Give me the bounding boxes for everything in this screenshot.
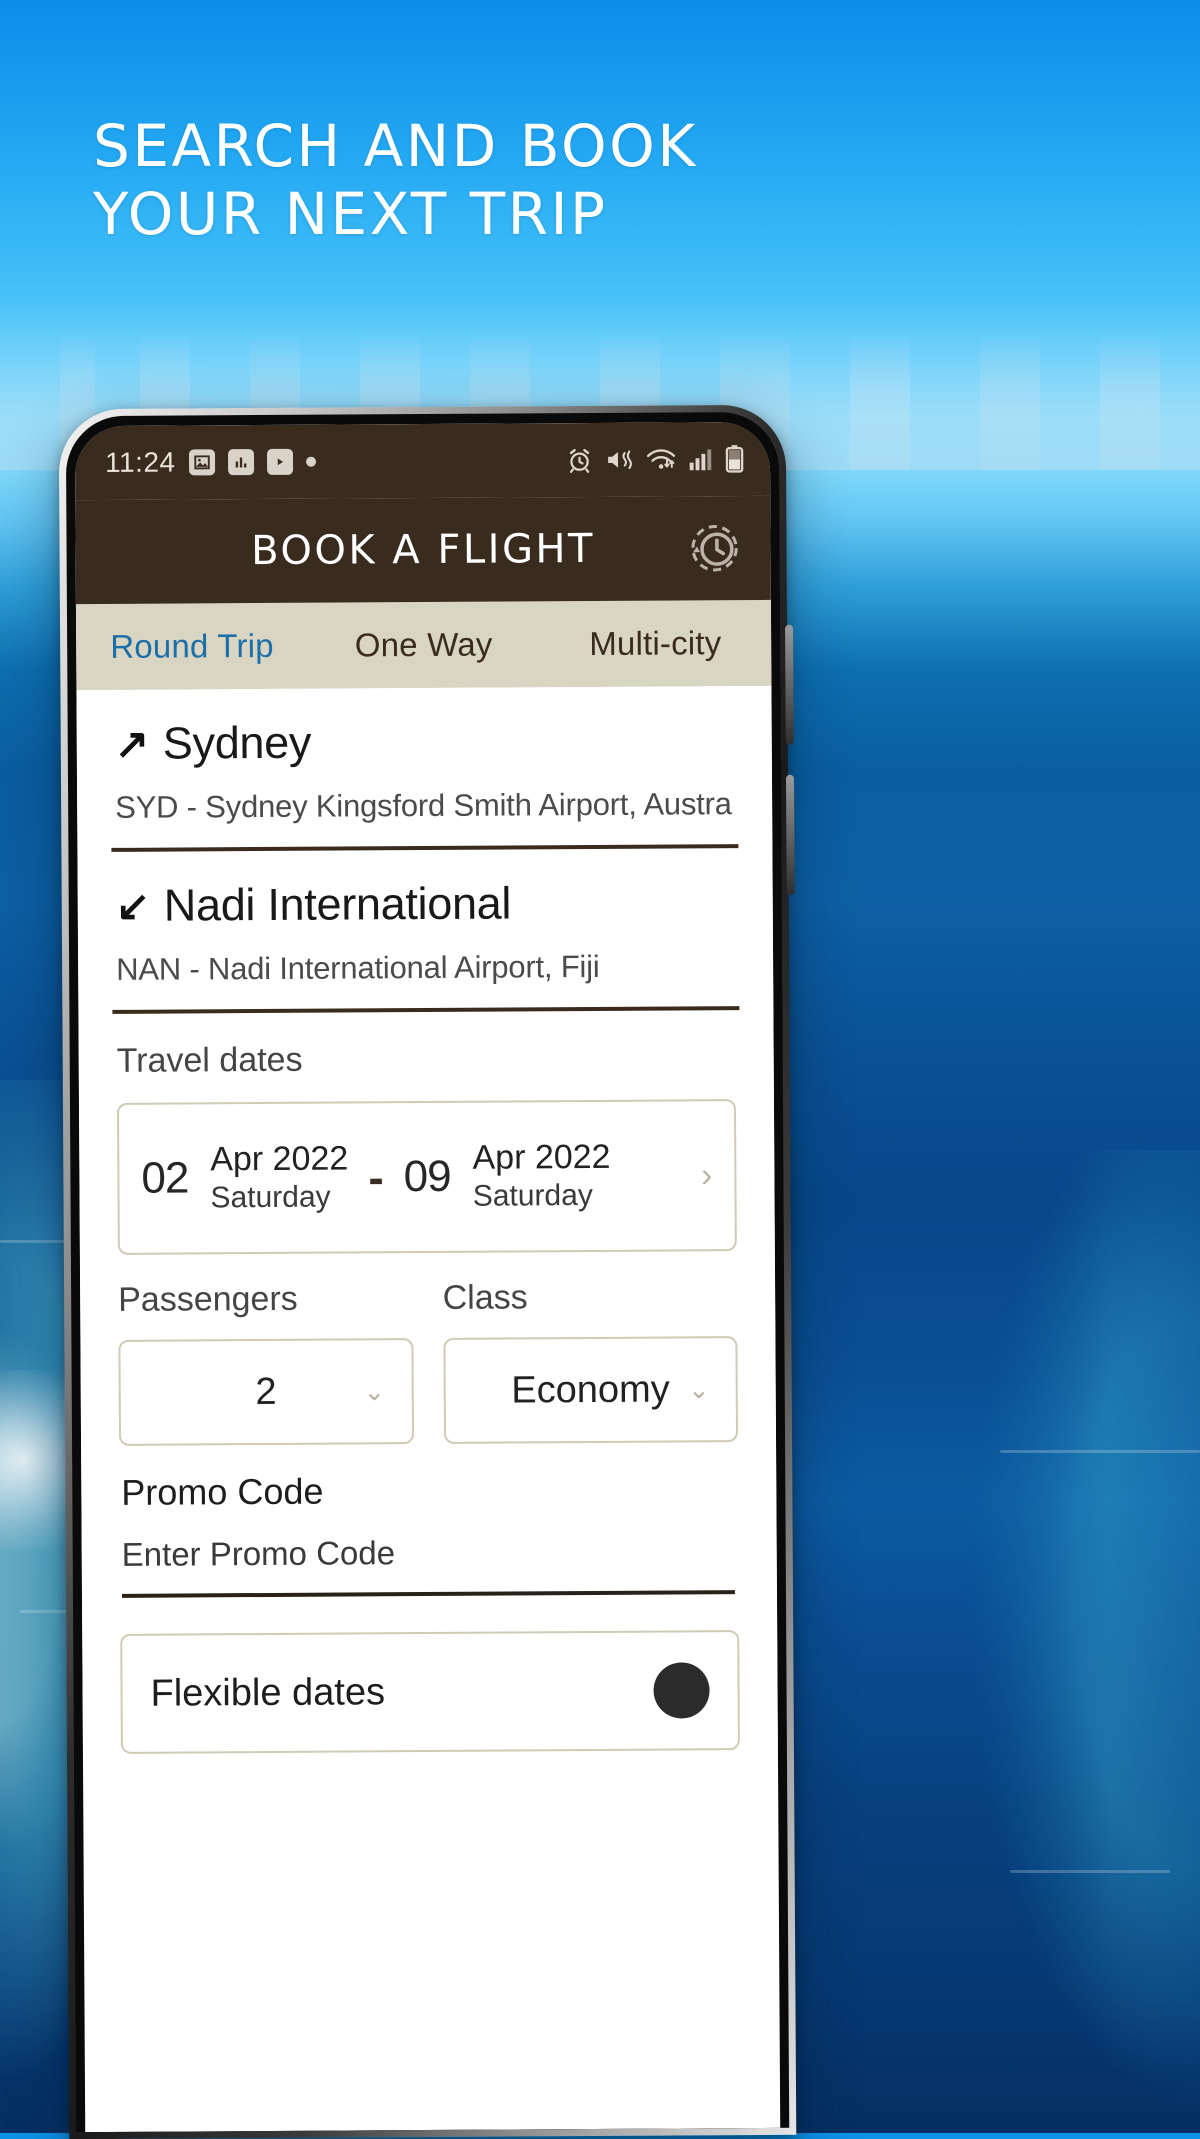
vibrate-mute-icon xyxy=(605,447,634,473)
return-day: 09 xyxy=(403,1151,451,1202)
depart-weekday: Saturday xyxy=(210,1180,331,1215)
promo-code-underline xyxy=(121,1590,735,1598)
phone-volume-up-button[interactable] xyxy=(785,624,794,745)
travel-dates-picker[interactable]: 02 Apr 2022 Saturday - 09 Apr 2022 Satur… xyxy=(116,1099,737,1255)
promo-headline: SEARCH AND BOOK YOUR NEXT TRIP xyxy=(93,112,698,248)
origin-title: ↗ Sydney xyxy=(115,714,734,770)
depart-date-stack: Apr 2022 Saturday xyxy=(210,1138,348,1217)
battery-icon xyxy=(725,445,744,473)
flexible-dates-label: Flexible dates xyxy=(150,1670,386,1715)
trip-type-tabs: Round Trip One Way Multi-city xyxy=(75,599,772,691)
promo-code-label: Promo Code xyxy=(121,1470,324,1513)
phone-bezel: 11:24 BOOK A FLIGHT Round Trip One Way M… xyxy=(65,411,790,2133)
image-icon xyxy=(188,449,215,476)
origin-airport-detail: SYD - Sydney Kingsford Smith Airport, Au… xyxy=(115,786,735,825)
status-bar: 11:24 xyxy=(74,421,771,501)
chart-icon xyxy=(227,449,254,476)
class-group: Class Economy ⌄ xyxy=(443,1277,739,1444)
status-time: 11:24 xyxy=(104,446,176,478)
wave-line xyxy=(1000,1450,1200,1453)
return-date-stack: Apr 2022 Saturday xyxy=(472,1137,610,1216)
phone-mockup: 11:24 BOOK A FLIGHT Round Trip One Way M… xyxy=(58,404,797,2139)
depart-day: 02 xyxy=(141,1153,189,1203)
wifi-icon xyxy=(646,446,676,472)
destination-airport-detail: NAN - Nadi International Airport, Fiji xyxy=(116,948,600,987)
destination-city: Nadi International xyxy=(163,877,512,931)
flexible-dates-toggle[interactable] xyxy=(653,1662,710,1719)
youtube-play-icon xyxy=(266,448,293,475)
passengers-label: Passengers xyxy=(118,1279,298,1319)
passengers-group: Passengers 2 ⌄ xyxy=(118,1279,414,1446)
origin-city: Sydney xyxy=(162,716,312,769)
history-clock-icon[interactable] xyxy=(686,520,742,576)
tab-multi-city[interactable]: Multi-city xyxy=(539,624,771,663)
chevron-down-icon: ⌄ xyxy=(687,1373,710,1404)
dot-indicator xyxy=(305,456,316,467)
class-label: Class xyxy=(442,1278,528,1317)
class-select[interactable]: Economy ⌄ xyxy=(442,1336,739,1444)
phone-screen: 11:24 BOOK A FLIGHT Round Trip One Way M… xyxy=(74,421,781,2133)
date-range-separator: - xyxy=(368,1151,384,1204)
origin-field[interactable]: ↗ Sydney SYD - Sydney Kingsford Smith Ai… xyxy=(76,686,772,826)
passengers-class-row: Passengers 2 ⌄ Class Economy ⌄ xyxy=(80,1251,776,1446)
passengers-value: 2 xyxy=(255,1370,277,1413)
destination-title: ↙ Nadi International xyxy=(116,876,735,932)
page-title: BOOK A FLIGHT xyxy=(251,525,596,575)
alarm-icon xyxy=(566,446,593,473)
return-month-year: Apr 2022 xyxy=(472,1137,611,1177)
booking-form: ↗ Sydney SYD - Sydney Kingsford Smith Ai… xyxy=(76,685,778,1755)
return-weekday: Saturday xyxy=(472,1178,593,1213)
chevron-right-icon: › xyxy=(700,1155,713,1194)
chevron-down-icon: ⌄ xyxy=(363,1375,386,1406)
tab-round-trip[interactable]: Round Trip xyxy=(76,627,308,666)
flexible-dates-row[interactable]: Flexible dates xyxy=(120,1630,740,1754)
wave-line xyxy=(1010,1870,1170,1873)
tab-one-way[interactable]: One Way xyxy=(308,625,540,664)
departure-arrow-icon: ↗ xyxy=(114,720,149,767)
promo-code-input[interactable]: Enter Promo Code xyxy=(81,1510,776,1574)
class-value: Economy xyxy=(511,1368,670,1411)
status-bar-left: 11:24 xyxy=(105,446,316,479)
app-bar: BOOK A FLIGHT xyxy=(75,495,771,605)
depart-month-year: Apr 2022 xyxy=(210,1139,349,1179)
destination-field[interactable]: ↙ Nadi International NAN - Nadi Internat… xyxy=(77,848,773,988)
arrival-arrow-icon: ↙ xyxy=(115,882,150,929)
signal-bars-icon xyxy=(688,447,713,471)
status-bar-right xyxy=(566,445,744,474)
phone-volume-down-button[interactable] xyxy=(785,774,795,895)
reef-right xyxy=(940,1150,1200,2133)
travel-dates-label: Travel dates xyxy=(116,1040,303,1080)
passengers-select[interactable]: 2 ⌄ xyxy=(118,1338,414,1446)
